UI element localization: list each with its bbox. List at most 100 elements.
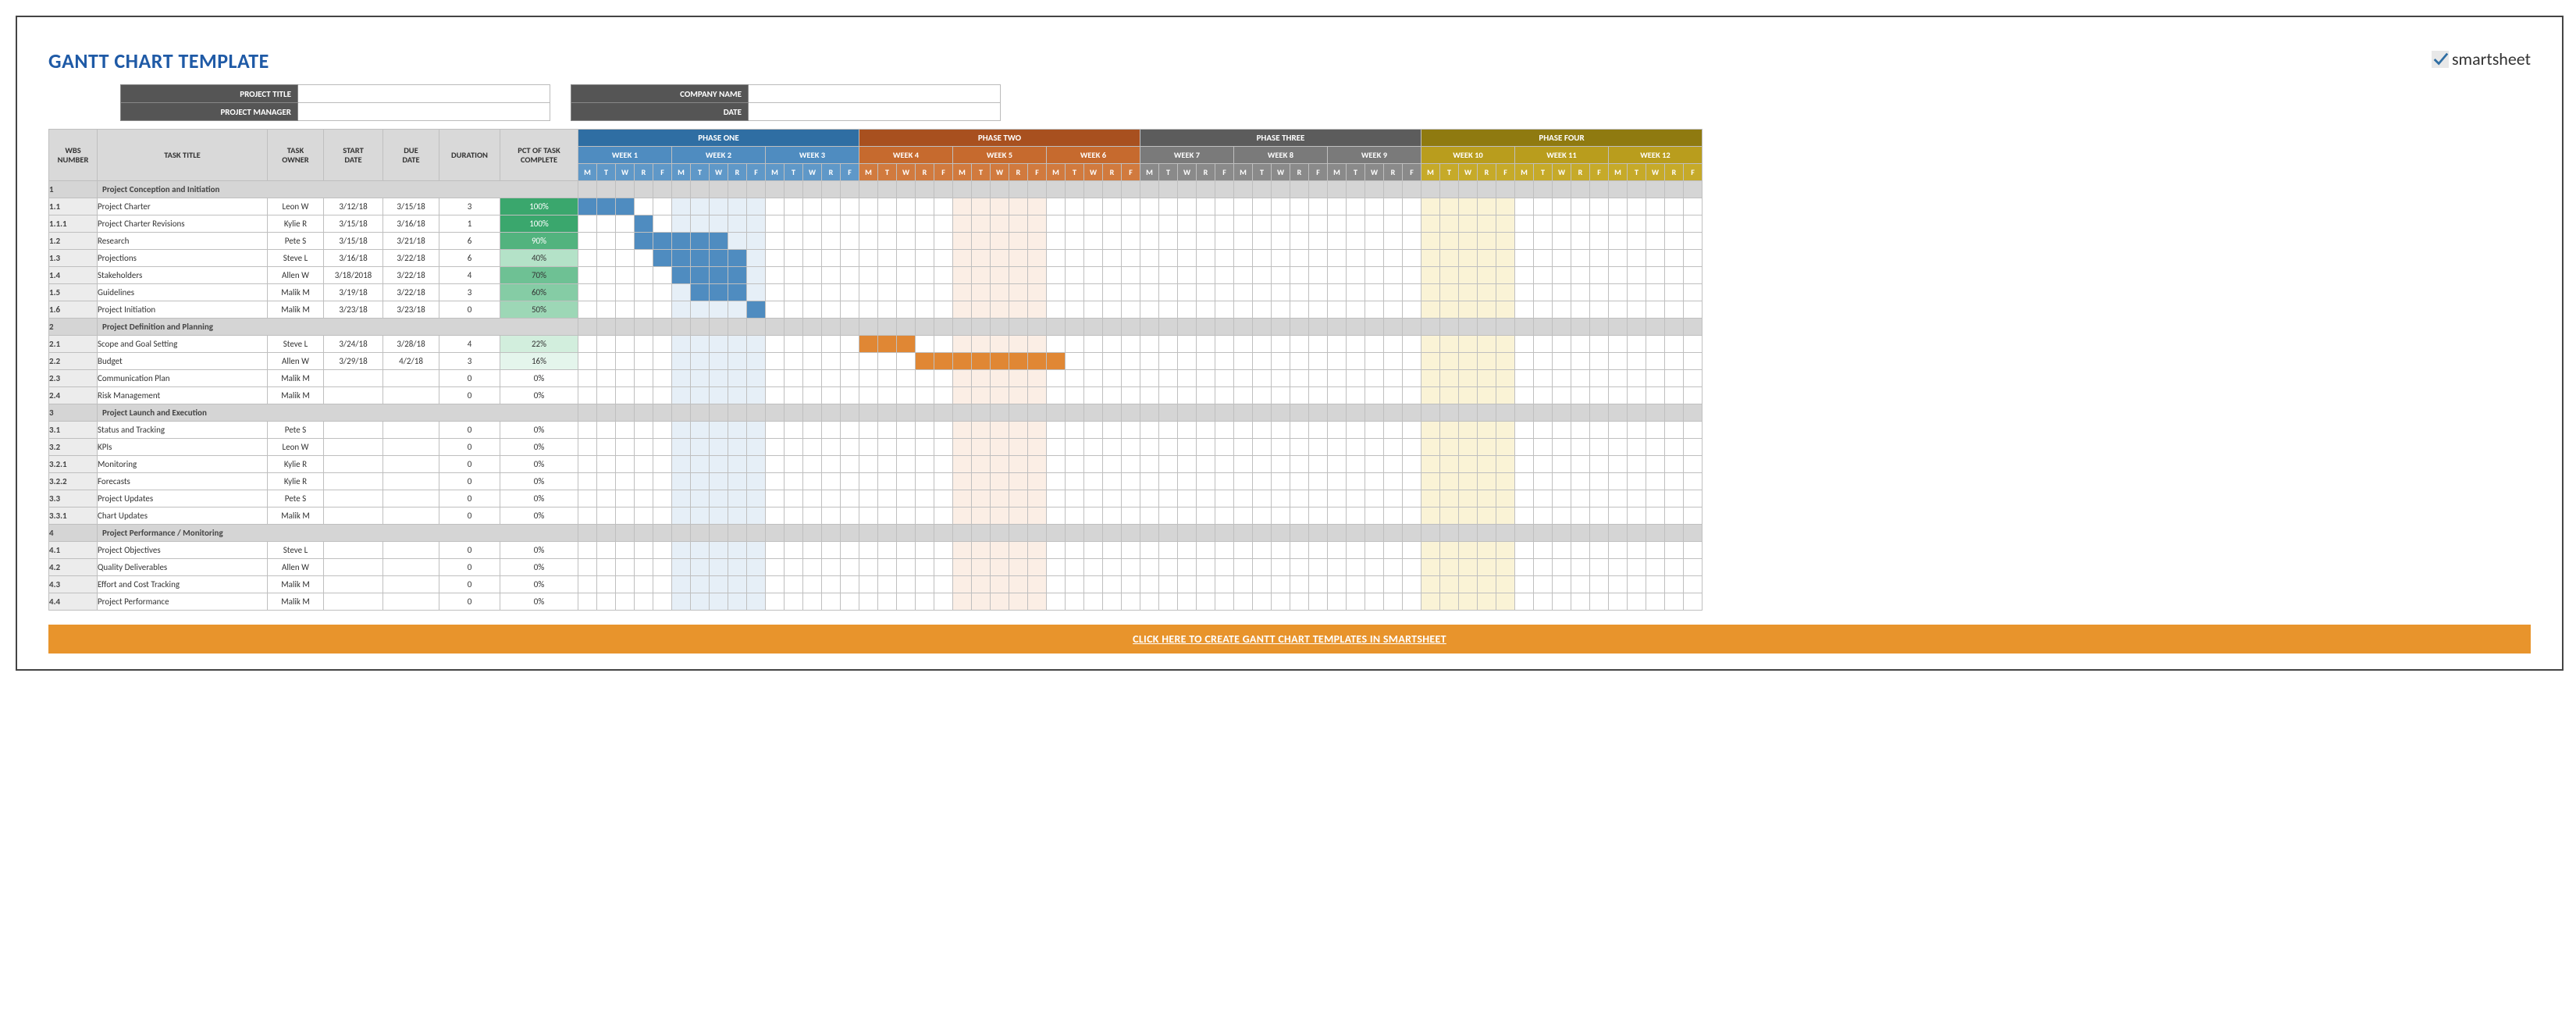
gantt-cell[interactable] <box>1421 198 1440 215</box>
gantt-cell[interactable] <box>653 336 672 353</box>
gantt-cell[interactable] <box>1159 473 1178 490</box>
gantt-cell[interactable] <box>953 422 972 439</box>
gantt-cell[interactable] <box>1047 490 1066 508</box>
gantt-cell[interactable] <box>1066 559 1084 576</box>
gantt-cell[interactable] <box>1215 233 1234 250</box>
gantt-cell[interactable] <box>1253 267 1272 284</box>
cell-dur[interactable]: 3 <box>439 353 500 370</box>
gantt-cell[interactable] <box>1140 559 1159 576</box>
gantt-cell[interactable] <box>1571 215 1590 233</box>
gantt-cell[interactable] <box>616 301 635 319</box>
gantt-cell[interactable] <box>1234 353 1253 370</box>
gantt-cell[interactable] <box>616 593 635 611</box>
gantt-cell[interactable] <box>1440 456 1459 473</box>
gantt-cell[interactable] <box>1534 301 1553 319</box>
gantt-cell[interactable] <box>841 233 859 250</box>
cell-due[interactable] <box>383 456 439 473</box>
gantt-cell[interactable] <box>934 250 953 267</box>
gantt-cell[interactable] <box>728 422 747 439</box>
gantt-cell[interactable] <box>972 198 991 215</box>
task-row[interactable]: 3.3Project UpdatesPete S00% <box>49 490 1703 508</box>
gantt-cell[interactable] <box>859 233 878 250</box>
gantt-cell[interactable] <box>934 215 953 233</box>
gantt-cell[interactable] <box>1253 370 1272 387</box>
gantt-cell[interactable] <box>897 250 916 267</box>
gantt-cell[interactable] <box>635 387 653 404</box>
gantt-cell[interactable] <box>934 508 953 525</box>
task-row[interactable]: 1.3ProjectionsSteve L3/16/183/22/18640% <box>49 250 1703 267</box>
gantt-cell[interactable] <box>1534 508 1553 525</box>
gantt-cell[interactable] <box>803 593 822 611</box>
gantt-cell[interactable] <box>1440 490 1459 508</box>
gantt-cell[interactable] <box>1478 387 1496 404</box>
gantt-cell[interactable] <box>1384 336 1403 353</box>
gantt-cell[interactable] <box>1496 473 1515 490</box>
gantt-cell[interactable] <box>1515 542 1534 559</box>
gantt-cell[interactable] <box>1140 250 1159 267</box>
cell-dur[interactable]: 6 <box>439 233 500 250</box>
gantt-cell[interactable] <box>972 215 991 233</box>
cell-task[interactable]: Forecasts <box>98 473 268 490</box>
gantt-cell[interactable] <box>1534 336 1553 353</box>
gantt-cell[interactable] <box>635 267 653 284</box>
gantt-cell[interactable] <box>785 233 803 250</box>
gantt-cell[interactable] <box>766 593 785 611</box>
gantt-cell[interactable] <box>616 542 635 559</box>
gantt-cell[interactable] <box>653 542 672 559</box>
gantt-cell[interactable] <box>1159 439 1178 456</box>
gantt-cell[interactable] <box>1084 353 1103 370</box>
cell-task[interactable]: Guidelines <box>98 284 268 301</box>
gantt-cell[interactable] <box>822 267 841 284</box>
gantt-cell[interactable] <box>785 370 803 387</box>
gantt-cell[interactable] <box>1253 593 1272 611</box>
gantt-cell[interactable] <box>822 215 841 233</box>
gantt-cell[interactable] <box>1028 559 1047 576</box>
gantt-cell[interactable] <box>1028 301 1047 319</box>
gantt-cell[interactable] <box>785 387 803 404</box>
gantt-cell[interactable] <box>1665 284 1684 301</box>
gantt-cell[interactable] <box>1234 508 1253 525</box>
cell-start[interactable]: 3/29/18 <box>324 353 383 370</box>
gantt-cell[interactable] <box>822 439 841 456</box>
gantt-cell[interactable] <box>1609 301 1628 319</box>
gantt-cell[interactable] <box>1328 422 1347 439</box>
gantt-cell[interactable] <box>1347 387 1365 404</box>
gantt-cell[interactable] <box>859 456 878 473</box>
cell-pct[interactable]: 0% <box>500 559 578 576</box>
gantt-cell[interactable] <box>972 353 991 370</box>
gantt-cell[interactable] <box>635 198 653 215</box>
gantt-cell[interactable] <box>653 439 672 456</box>
gantt-cell[interactable] <box>691 353 710 370</box>
gantt-cell[interactable] <box>1347 508 1365 525</box>
gantt-cell[interactable] <box>1084 215 1103 233</box>
gantt-cell[interactable] <box>785 284 803 301</box>
cell-due[interactable] <box>383 593 439 611</box>
cell-task[interactable]: Effort and Cost Tracking <box>98 576 268 593</box>
gantt-cell[interactable] <box>635 559 653 576</box>
gantt-cell[interactable] <box>803 198 822 215</box>
gantt-cell[interactable] <box>859 422 878 439</box>
gantt-cell[interactable] <box>1665 593 1684 611</box>
gantt-cell[interactable] <box>878 439 897 456</box>
cell-start[interactable]: 3/15/18 <box>324 215 383 233</box>
gantt-cell[interactable] <box>785 456 803 473</box>
gantt-cell[interactable] <box>1609 576 1628 593</box>
gantt-cell[interactable] <box>953 250 972 267</box>
gantt-cell[interactable] <box>1590 233 1609 250</box>
cell-due[interactable]: 3/22/18 <box>383 267 439 284</box>
gantt-cell[interactable] <box>1628 370 1646 387</box>
gantt-cell[interactable] <box>1122 387 1140 404</box>
gantt-cell[interactable] <box>972 508 991 525</box>
gantt-cell[interactable] <box>897 593 916 611</box>
gantt-cell[interactable] <box>1122 593 1140 611</box>
gantt-cell[interactable] <box>1684 593 1703 611</box>
gantt-cell[interactable] <box>1365 233 1384 250</box>
gantt-cell[interactable] <box>672 284 691 301</box>
gantt-cell[interactable] <box>1103 542 1122 559</box>
gantt-cell[interactable] <box>1084 267 1103 284</box>
gantt-cell[interactable] <box>597 490 616 508</box>
gantt-cell[interactable] <box>822 559 841 576</box>
gantt-cell[interactable] <box>672 456 691 473</box>
gantt-cell[interactable] <box>1103 490 1122 508</box>
gantt-cell[interactable] <box>785 508 803 525</box>
